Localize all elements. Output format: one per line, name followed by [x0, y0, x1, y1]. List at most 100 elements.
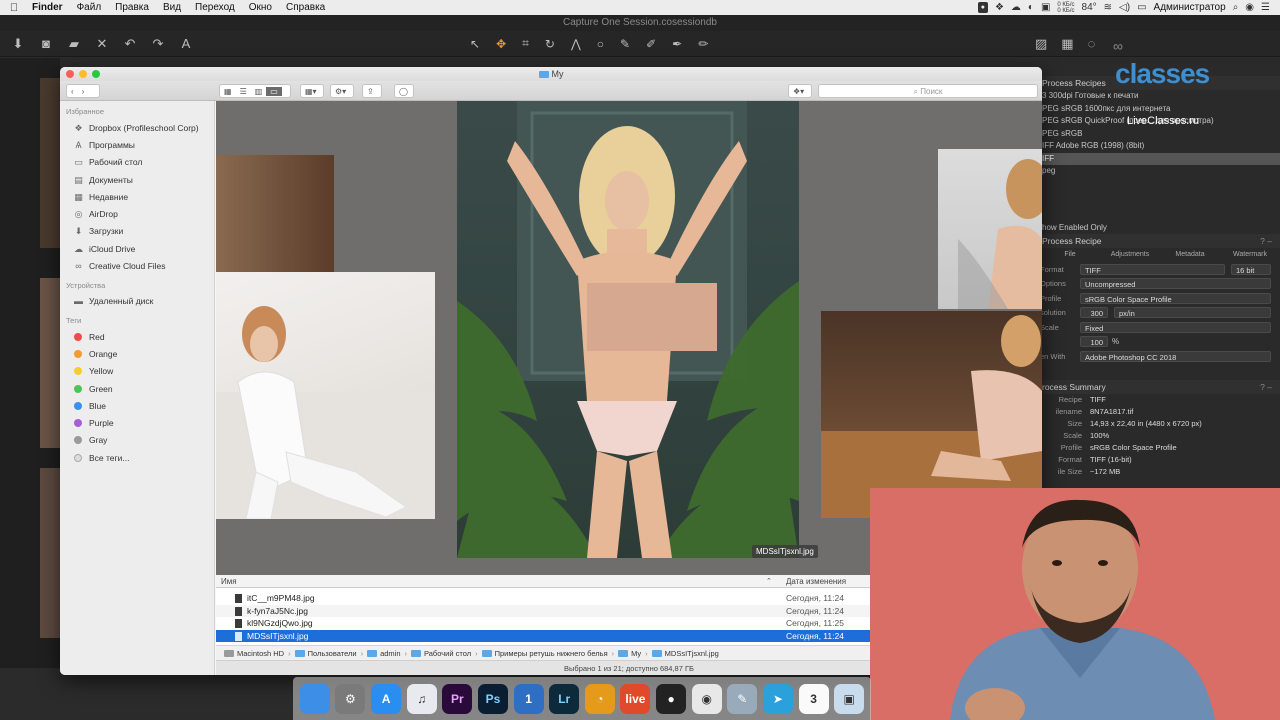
pan-tool-icon[interactable]: ✥ — [496, 37, 506, 51]
sidebar-item[interactable]: ▭ Рабочий стол — [60, 154, 214, 171]
sidebar-tag-item[interactable]: Green — [60, 380, 214, 397]
display-status-icon[interactable]: ▣ — [1041, 2, 1050, 13]
rotate-tool-icon[interactable]: ↻ — [545, 37, 555, 51]
format-select[interactable]: TIFF — [1080, 263, 1225, 275]
sidebar-tag-item[interactable]: Gray — [60, 432, 214, 449]
zoom-window-icon[interactable] — [92, 70, 100, 78]
scale-select[interactable]: Fixed — [1080, 321, 1271, 333]
path-segment[interactable]: Примеры ретушь нижнего белья — [481, 649, 608, 658]
spotlight-search-icon[interactable]: ⌕ — [1233, 2, 1239, 13]
eraser-tool-icon[interactable]: ✐ — [646, 37, 656, 51]
cursor-tool-icon[interactable]: ↖ — [470, 37, 480, 51]
import-icon[interactable]: ⬇ — [10, 36, 26, 52]
gallery-view-icon[interactable]: ▭ — [266, 86, 282, 96]
tab-metadata[interactable]: Metadata — [1160, 248, 1220, 262]
delete-icon[interactable]: ✕ — [94, 36, 110, 52]
chrome-dock-icon[interactable]: ◉ — [691, 683, 722, 714]
tab-watermark[interactable]: Watermark — [1220, 248, 1280, 262]
resolution-unit-select[interactable]: px/in — [1114, 307, 1271, 319]
help-icon[interactable]: ? – — [1260, 380, 1272, 394]
finder-dock-icon[interactable] — [299, 683, 330, 714]
vpn-status-icon[interactable]: ◐ — [1028, 2, 1034, 13]
tags-button[interactable]: ◯ — [394, 84, 414, 98]
sort-chevron-icon[interactable]: ⌃ — [766, 575, 772, 588]
crop-tool-icon[interactable]: ⌗ — [522, 36, 529, 51]
sidebar-tag-item[interactable]: Blue — [60, 397, 214, 414]
sidebar-item[interactable]: ∞ Creative Cloud Files — [60, 257, 214, 274]
undo-icon[interactable]: ↶ — [122, 36, 138, 52]
screenshot-dock-icon[interactable]: ▣ — [834, 683, 865, 714]
menu-app-name[interactable]: Finder — [28, 2, 70, 13]
sidebar-tag-item[interactable]: Purple — [60, 414, 214, 431]
preview-dock-icon[interactable]: ✎ — [727, 683, 758, 714]
path-segment[interactable]: Рабочий стол — [411, 649, 471, 658]
sidebar-tag-item[interactable]: Все теги... — [60, 449, 214, 466]
group-by-button[interactable]: ▦▾ — [300, 84, 324, 98]
dropbox-button[interactable]: ❖▾ — [788, 84, 812, 98]
user-name[interactable]: Администратор — [1154, 2, 1226, 13]
capture-one-dock-icon[interactable]: ◔ — [584, 683, 615, 714]
process-summary-header[interactable]: rocess Summary ? – — [1040, 379, 1280, 394]
help-icon[interactable]: ? – — [1260, 234, 1272, 248]
camera-dock-icon[interactable]: ● — [656, 683, 687, 714]
scale-input[interactable]: 100 — [1080, 336, 1108, 348]
sidebar-tag-item[interactable]: Orange — [60, 345, 214, 362]
open-with-select[interactable]: Adobe Photoshop CC 2018 — [1080, 350, 1271, 362]
notification-center-icon[interactable]: ☰ — [1261, 2, 1270, 13]
recipe-item[interactable]: IFF — [1040, 152, 1280, 165]
language-flag-icon[interactable]: ▭ — [1137, 2, 1146, 13]
app-store-dock-icon[interactable]: A — [371, 683, 402, 714]
path-segment[interactable]: Пользователи — [294, 649, 357, 658]
sidebar-item[interactable]: ☁ iCloud Drive — [60, 240, 214, 257]
calendar-dock-icon[interactable]: 3 — [798, 683, 829, 714]
photoshop-dock-icon[interactable]: Ps — [477, 683, 508, 714]
menu-window[interactable]: Окно — [242, 2, 279, 13]
list-view-icon[interactable]: ☰ — [236, 87, 251, 96]
sidebar-tag-item[interactable]: Red — [60, 328, 214, 345]
sidebar-tag-item[interactable]: Yellow — [60, 363, 214, 380]
path-segment[interactable]: admin — [367, 649, 401, 658]
dropbox-status-icon[interactable]: ❖ — [995, 2, 1004, 13]
recipe-item[interactable]: IFF Adobe RGB (1998) (8bit) — [1040, 140, 1280, 153]
show-enabled-only[interactable]: how Enabled Only — [1040, 222, 1280, 235]
menu-edit[interactable]: Правка — [108, 2, 156, 13]
profile-select[interactable]: sRGB Color Space Profile — [1080, 292, 1271, 304]
action-button[interactable]: ⚙▾ — [330, 84, 354, 98]
move-icon[interactable]: ▰ — [66, 36, 82, 52]
path-segment[interactable]: My — [618, 649, 641, 658]
recipe-item[interactable]: PEG sRGB — [1040, 128, 1280, 141]
grid-icon[interactable]: ▦ — [1061, 36, 1073, 52]
bit-depth-select[interactable]: 16 bit — [1231, 263, 1271, 275]
sidebar-item[interactable]: ❖ Dropbox (Profileschool Corp) — [60, 119, 214, 136]
temperature-readout[interactable]: 84° — [1082, 2, 1097, 13]
brush-tool-icon[interactable]: ✎ — [620, 37, 630, 51]
icon-view-icon[interactable]: ▦ — [220, 87, 236, 96]
tab-adjustments[interactable]: Adjustments — [1100, 248, 1160, 262]
telegram-dock-icon[interactable]: ➤ — [762, 683, 793, 714]
gallery-thumbnail-photo[interactable] — [216, 272, 435, 519]
picker-tool-icon[interactable]: ✒ — [672, 37, 682, 51]
keystone-tool-icon[interactable]: ⋀ — [571, 37, 581, 51]
sidebar-item[interactable]: ▬ Удаленный диск — [60, 293, 214, 310]
sidebar-item[interactable]: ◎ AirDrop — [60, 205, 214, 222]
gallery-thumbnail-photo[interactable] — [216, 155, 334, 272]
system-preferences-dock-icon[interactable]: ⚙ — [335, 683, 366, 714]
cloud-status-icon[interactable]: ☁ — [1011, 2, 1021, 13]
path-segment[interactable]: Macintosh HD — [224, 649, 284, 658]
viewer-icon[interactable]: ▨ — [1035, 36, 1047, 52]
process-recipe-header[interactable]: Process Recipe ? – — [1040, 234, 1280, 248]
itunes-dock-icon[interactable]: ♫ — [406, 683, 437, 714]
menu-view[interactable]: Вид — [156, 2, 188, 13]
options-select[interactable]: Uncompressed — [1080, 278, 1271, 290]
proof-icon[interactable]: ◌ — [1088, 36, 1096, 51]
minimize-window-icon[interactable] — [79, 70, 87, 78]
status-badge-icon[interactable]: ● — [977, 2, 988, 13]
redo-icon[interactable]: ↷ — [150, 36, 166, 52]
search-input[interactable]: ⌕ Поиск — [818, 84, 1038, 98]
annotation-tool-icon[interactable]: ✏ — [698, 37, 708, 51]
lightroom-dock-icon[interactable]: Lr — [549, 683, 580, 714]
sidebar-item[interactable]: Ѧ Программы — [60, 136, 214, 153]
column-date-modified[interactable]: Дата изменения — [786, 575, 846, 588]
recipe-item[interactable]: peg — [1040, 165, 1280, 178]
forward-arrow-icon[interactable]: › — [78, 87, 89, 96]
